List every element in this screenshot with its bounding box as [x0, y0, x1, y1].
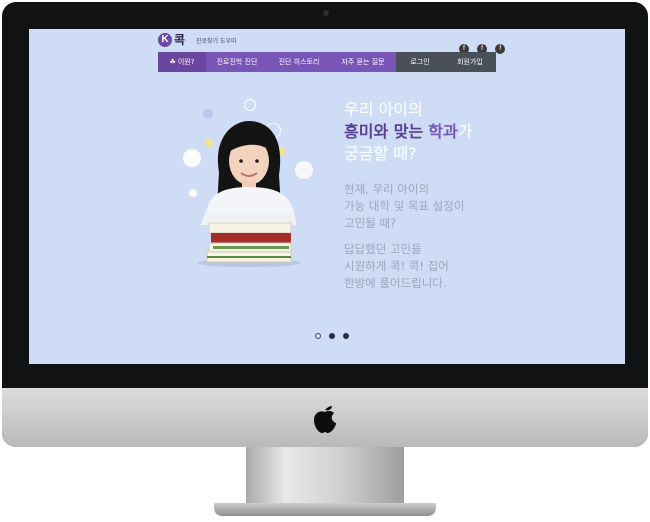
- headline-line-3: 궁금할 때?: [344, 144, 417, 163]
- logo-badge: K: [158, 33, 172, 47]
- logo-text: 콕: [174, 33, 186, 47]
- nav-item-about[interactable]: ☘ 이원?: [158, 52, 206, 72]
- logo-tagline: 진로찾기 도우미: [196, 38, 237, 45]
- para-line: 답답했던 고민들: [344, 242, 422, 256]
- website-screen: K 콕 진로찾기 도우미 f f f ☘ 이원? 진로진학 진단 진단 히스토리 …: [29, 29, 625, 364]
- nav-label: 진로진학 진단: [216, 58, 258, 66]
- leaf-icon: ☘: [169, 58, 176, 66]
- slider-pagination: [315, 325, 352, 344]
- para-line: 한방에 풀어드립니다.: [344, 276, 447, 290]
- slide-dot-active[interactable]: [315, 332, 321, 339]
- slide-dot[interactable]: [329, 332, 336, 339]
- imac-stand-base: [214, 503, 436, 516]
- camera-dot: [323, 10, 329, 16]
- headline-line-1: 우리 아이의: [344, 100, 423, 119]
- nav-item-signup[interactable]: 회원가입: [444, 52, 496, 72]
- hero-paragraph-2: 답답했던 고민들 시원하게 콕! 콕! 집어 한방에 풀어드립니다.: [344, 241, 449, 292]
- nav-label: 진단 히스토리: [278, 58, 320, 66]
- hero-headline: 우리 아이의 흥미와 맞는 학과가 궁금할 때?: [344, 99, 472, 165]
- para-line: 고민될 때?: [344, 216, 397, 230]
- nav-label: 자주 묻는 질문: [341, 58, 385, 66]
- hero-paragraph-1: 현재, 우리 아이의 가능 대학 및 목표 설정이 고민될 때?: [344, 181, 464, 232]
- para-line: 시원하게 콕! 콕! 집어: [344, 259, 449, 273]
- para-line: 현재, 우리 아이의: [344, 182, 430, 196]
- imac-stand: [246, 447, 404, 505]
- nav-label: 이원?: [177, 58, 195, 66]
- apple-icon: [314, 406, 336, 433]
- nav-item-diagnosis[interactable]: 진로진학 진단: [206, 52, 268, 72]
- para-line: 가능 대학 및 목표 설정이: [344, 199, 465, 213]
- slide-dot[interactable]: [343, 332, 350, 339]
- headline-suffix: 가: [457, 122, 473, 141]
- headline-line-2: 흥미와 맞는 학과가: [344, 121, 472, 143]
- facebook-icon[interactable]: f: [495, 44, 506, 54]
- nav-label: 회원가입: [457, 58, 483, 66]
- nav-item-faq[interactable]: 자주 묻는 질문: [330, 52, 396, 72]
- student-illustration: [197, 121, 301, 267]
- decorative-bubble: [244, 99, 256, 111]
- nav-item-history[interactable]: 진단 히스토리: [268, 52, 330, 72]
- headline-bold: 흥미와 맞는: [344, 122, 424, 141]
- nav-item-login[interactable]: 로그인: [396, 52, 444, 72]
- nav-label: 로그인: [410, 58, 430, 66]
- imac-frame: K 콕 진로찾기 도우미 f f f ☘ 이원? 진로진학 진단 진단 히스토리 …: [2, 2, 648, 447]
- main-nav: ☘ 이원? 진로진학 진단 진단 히스토리 자주 묻는 질문 로그인 회원가입: [158, 52, 496, 72]
- headline-accent: 학과: [428, 122, 458, 141]
